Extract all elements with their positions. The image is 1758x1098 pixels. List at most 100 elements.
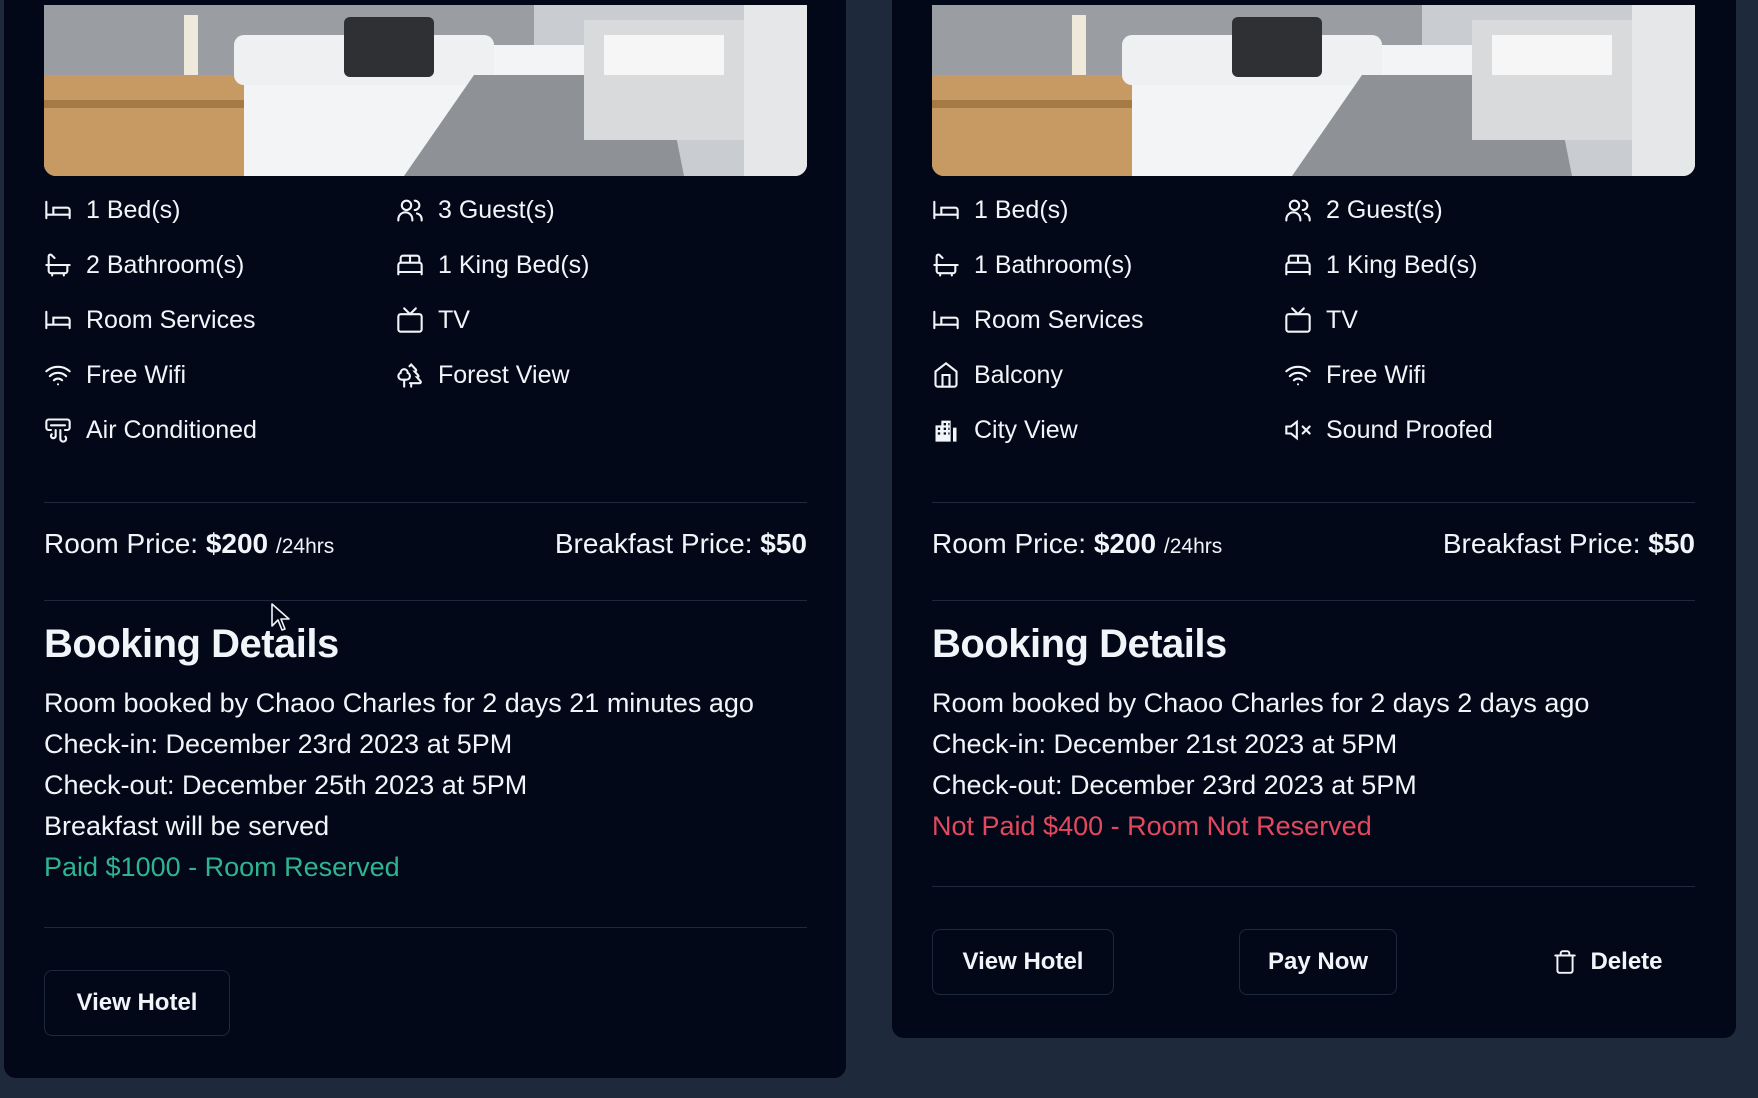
amenity-label: Forest View [438, 360, 570, 389]
bed-double-icon [1284, 251, 1312, 279]
amenity-city-view: City View [932, 410, 1078, 450]
breakfast-price: Breakfast Price: $50 [555, 528, 807, 560]
amenity-label: Air Conditioned [86, 415, 257, 444]
room-price-unit: /24hrs [275, 535, 335, 558]
amenity-label: 1 Bed(s) [86, 195, 181, 224]
check-out-text: Check-out: December 23rd 2023 at 5PM [932, 770, 1417, 800]
pay-now-label: Pay Now [1267, 948, 1369, 975]
check-out-text: Check-out: December 25th 2023 at 5PM [44, 770, 528, 800]
breakfast-price-label: Breakfast Price: [554, 528, 753, 559]
trees-icon [396, 361, 424, 389]
home-icon [932, 361, 960, 389]
amenity-label: 1 Bathroom(s) [974, 250, 1133, 279]
wifi-icon [44, 361, 72, 389]
tv-icon [1284, 306, 1312, 334]
amenity-label: Sound Proofed [1326, 415, 1493, 444]
amenity-label: TV [1326, 305, 1358, 334]
bed-double-icon [396, 251, 424, 279]
amenity-label: 1 King Bed(s) [438, 250, 590, 279]
wifi-icon [1284, 361, 1312, 389]
payment-status: Paid $1000 - Room Reserved [44, 852, 400, 882]
amenity-wifi: Free Wifi [1284, 355, 1426, 395]
booking-card: 1 Bed(s) 2 Guest(s) 1 Bathroom(s) 1 King… [892, 0, 1736, 1038]
price-row: Room Price: $200 /24hrs Breakfast Price:… [932, 528, 1695, 572]
divider [44, 600, 807, 601]
amenity-label: 1 Bed(s) [974, 195, 1069, 224]
amenity-label: Room Services [86, 305, 256, 334]
booked-by-text: Room booked by Chaoo Charles for 2 days … [932, 688, 1590, 718]
amenity-label: Free Wifi [86, 360, 186, 389]
amenity-beds: 1 Bed(s) [44, 190, 180, 230]
room-price-value: $200 [205, 528, 269, 559]
breakfast-price-value: $50 [1648, 528, 1695, 559]
amenity-guests: 2 Guest(s) [1284, 190, 1443, 230]
bed-icon [44, 306, 72, 334]
amenity-sound-proofed: Sound Proofed [1284, 410, 1493, 450]
bath-icon [44, 251, 72, 279]
amenity-wifi: Free Wifi [44, 355, 186, 395]
users-icon [1284, 196, 1312, 224]
amenity-label: Balcony [974, 360, 1063, 389]
tv-icon [396, 306, 424, 334]
amenity-label: 2 Bathroom(s) [86, 250, 245, 279]
room-price-unit: /24hrs [1163, 535, 1223, 558]
bed-icon [44, 196, 72, 224]
pay-now-button[interactable]: Pay Now [1239, 929, 1397, 995]
mouse-cursor-icon [271, 603, 290, 631]
booked-by-text: Room booked by Chaoo Charles for 2 days … [44, 688, 754, 718]
air-vent-icon [44, 416, 72, 444]
amenity-bathrooms: 2 Bathroom(s) [44, 245, 244, 285]
room-price-label: Room Price: [932, 528, 1087, 559]
breakfast-price-label: Breakfast Price: [1442, 528, 1641, 559]
divider [932, 600, 1695, 601]
bed-icon [932, 196, 960, 224]
amenity-room-services: Room Services [932, 300, 1144, 340]
amenity-king-beds: 1 King Bed(s) [396, 245, 589, 285]
room-photo [44, 5, 807, 176]
divider [932, 502, 1695, 503]
users-icon [396, 196, 424, 224]
booking-details-title: Booking Details [44, 622, 339, 666]
room-price: Room Price: $200 /24hrs [932, 528, 1222, 560]
amenity-air-conditioned: Air Conditioned [44, 410, 257, 450]
amenity-guests: 3 Guest(s) [396, 190, 555, 230]
breakfast-price-value: $50 [760, 528, 807, 559]
amenity-bathrooms: 1 Bathroom(s) [932, 245, 1132, 285]
amenity-king-beds: 1 King Bed(s) [1284, 245, 1477, 285]
divider [932, 886, 1695, 887]
amenity-label: 2 Guest(s) [1326, 195, 1443, 224]
booking-details-title: Booking Details [932, 622, 1227, 666]
check-in-text: Check-in: December 21st 2023 at 5PM [932, 729, 1398, 759]
check-in-text: Check-in: December 23rd 2023 at 5PM [44, 729, 513, 759]
amenity-label: 3 Guest(s) [438, 195, 555, 224]
amenity-label: 1 King Bed(s) [1326, 250, 1478, 279]
amenity-label: Free Wifi [1326, 360, 1426, 389]
view-hotel-button[interactable]: View Hotel [44, 970, 230, 1036]
amenity-tv: TV [1284, 300, 1358, 340]
view-hotel-label: View Hotel [76, 989, 198, 1016]
delete-button[interactable]: Delete [1520, 929, 1695, 995]
bed-icon [932, 306, 960, 334]
amenity-label: TV [438, 305, 470, 334]
bath-icon [932, 251, 960, 279]
amenity-room-services: Room Services [44, 300, 256, 340]
room-price: Room Price: $200 /24hrs [44, 528, 334, 560]
amenity-beds: 1 Bed(s) [932, 190, 1068, 230]
breakfast-price: Breakfast Price: $50 [1443, 528, 1695, 560]
view-hotel-button[interactable]: View Hotel [932, 929, 1114, 995]
amenity-label: Room Services [974, 305, 1144, 334]
price-row: Room Price: $200 /24hrs Breakfast Price:… [44, 528, 807, 572]
room-price-value: $200 [1093, 528, 1157, 559]
breakfast-note: Breakfast will be served [44, 811, 330, 841]
building-icon [932, 416, 960, 444]
volume-x-icon [1284, 416, 1312, 444]
room-price-label: Room Price: [44, 528, 199, 559]
view-hotel-label: View Hotel [962, 948, 1084, 975]
payment-status: Not Paid $400 - Room Not Reserved [932, 811, 1372, 841]
amenity-balcony: Balcony [932, 355, 1063, 395]
divider [44, 927, 807, 928]
room-photo [932, 5, 1695, 176]
amenity-tv: TV [396, 300, 470, 340]
delete-label: Delete [1590, 948, 1663, 975]
amenity-forest-view: Forest View [396, 355, 570, 395]
